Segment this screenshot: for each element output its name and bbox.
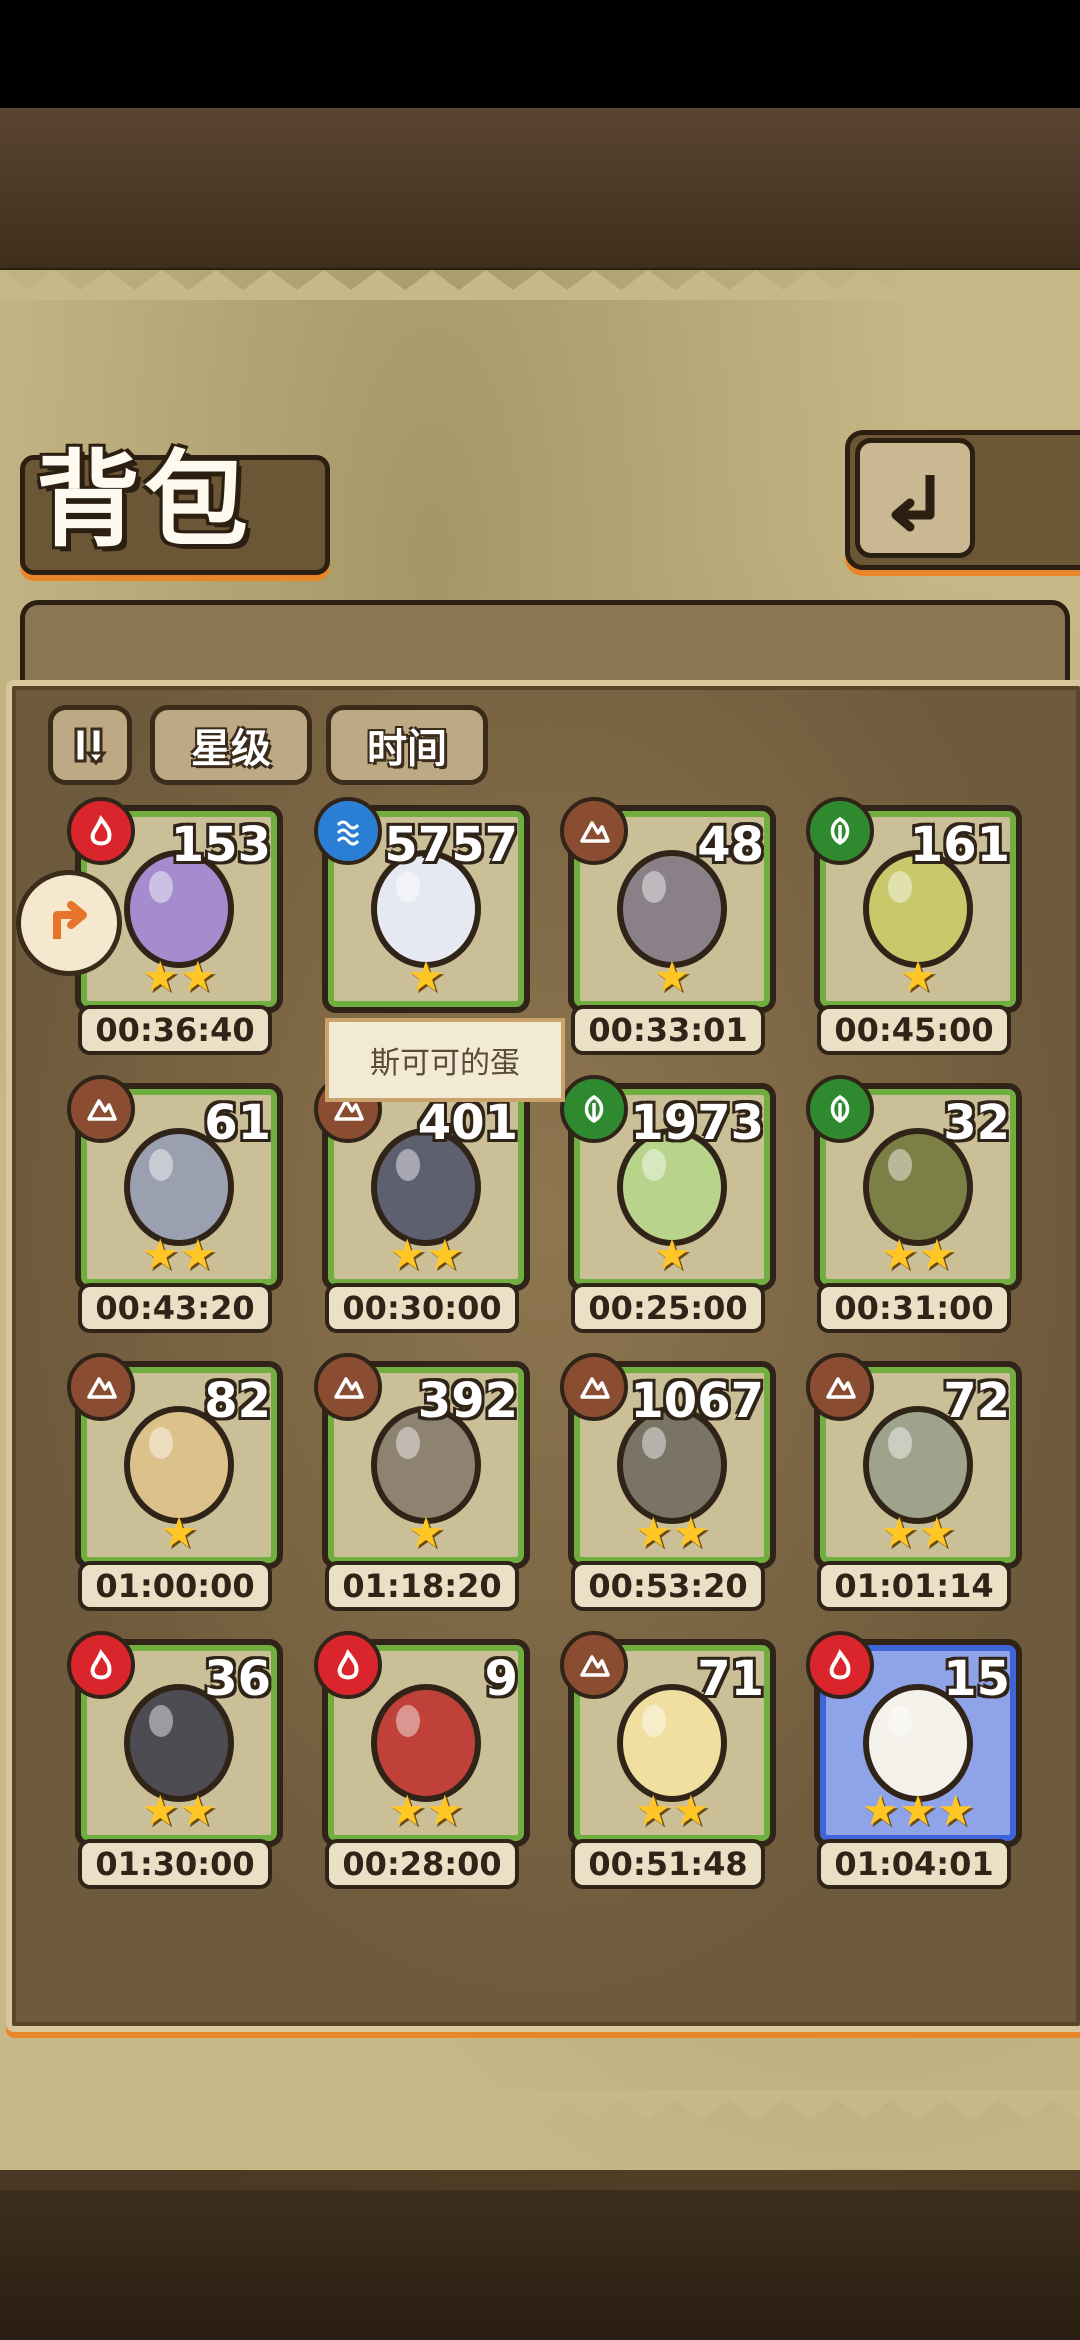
- water-element-badge: [314, 797, 382, 865]
- item-count: 1067: [630, 1373, 764, 1429]
- earth-element-badge: [560, 1353, 628, 1421]
- star-rating: ★★: [388, 1786, 464, 1835]
- hatch-timer: 00:25:00: [571, 1283, 765, 1333]
- page-title: 背包: [36, 438, 253, 561]
- grass-element-badge: [806, 1075, 874, 1143]
- hatch-timer: 00:53:20: [571, 1561, 765, 1611]
- earth-element-icon: [580, 1655, 610, 1677]
- grass-element-badge: [806, 797, 874, 865]
- fire-element-badge: [67, 1631, 135, 1699]
- item-count: 36: [204, 1651, 271, 1707]
- earth-element-icon: [580, 1377, 610, 1399]
- status-bar: [0, 0, 1080, 108]
- earth-element-icon: [826, 1377, 856, 1399]
- hatch-timer: 00:43:20: [78, 1283, 272, 1333]
- earth-element-badge: [67, 1075, 135, 1143]
- star-rating: ★: [653, 952, 691, 1001]
- fire-element-icon: [829, 1648, 851, 1680]
- fire-element-badge: [806, 1631, 874, 1699]
- hatch-timer: 01:04:01: [817, 1839, 1011, 1889]
- hatch-timer: 01:30:00: [78, 1839, 272, 1889]
- grass-element-badge: [560, 1075, 628, 1143]
- sort-by-time-button[interactable]: 时间: [326, 705, 488, 785]
- item-count: 161: [909, 817, 1010, 873]
- hatch-timer: 00:36:40: [78, 1005, 272, 1055]
- zigzag-border-bottom: [0, 2090, 1080, 2120]
- item-count: 48: [697, 817, 764, 873]
- panel-header: [20, 600, 1070, 685]
- earth-element-badge: [314, 1353, 382, 1421]
- star-rating: ★★: [388, 1230, 464, 1279]
- turn-arrow-icon: [53, 901, 87, 939]
- earth-element-badge: [560, 1631, 628, 1699]
- fire-element-icon: [90, 1648, 112, 1680]
- top-map-strip: [0, 108, 1080, 274]
- hatch-timer: 00:33:01: [571, 1005, 765, 1055]
- star-rating: ★★: [634, 1786, 710, 1835]
- item-count: 82: [204, 1373, 271, 1429]
- fire-element-icon: [90, 814, 112, 846]
- sort-order-button[interactable]: [48, 705, 132, 785]
- hatch-timer: 00:28:00: [325, 1839, 519, 1889]
- star-rating: ★★★: [861, 1786, 975, 1835]
- item-tooltip: 斯可可的蛋: [325, 1018, 565, 1102]
- star-rating: ★★: [141, 952, 217, 1001]
- star-rating: ★★: [880, 1508, 956, 1557]
- fire-element-badge: [67, 797, 135, 865]
- hatch-timer: 00:31:00: [817, 1283, 1011, 1333]
- water-element-icon: [336, 820, 360, 846]
- item-count: 72: [943, 1373, 1010, 1429]
- egg-icon: [371, 1684, 481, 1802]
- star-rating: ★: [407, 1508, 445, 1557]
- earth-element-icon: [87, 1377, 117, 1399]
- earth-element-icon: [87, 1099, 117, 1121]
- hatch-timer: 00:30:00: [325, 1283, 519, 1333]
- star-rating: ★: [653, 1230, 691, 1279]
- star-rating: ★★: [880, 1230, 956, 1279]
- star-rating: ★★: [634, 1508, 710, 1557]
- item-count: 15: [943, 1651, 1010, 1707]
- star-rating: ★★: [141, 1786, 217, 1835]
- item-count: 61: [204, 1095, 271, 1151]
- star-rating: ★: [160, 1508, 198, 1557]
- return-arrow-icon: [891, 475, 935, 532]
- hatch-timer: 01:01:14: [817, 1561, 1011, 1611]
- grass-element-icon: [584, 1094, 604, 1124]
- earth-element-icon: [334, 1377, 364, 1399]
- hatch-timer: 01:18:20: [325, 1561, 519, 1611]
- star-rating: ★: [407, 952, 445, 1001]
- item-count: 9: [484, 1651, 518, 1707]
- earth-element-badge: [560, 797, 628, 865]
- item-count: 401: [417, 1095, 518, 1151]
- item-count: 1973: [630, 1095, 764, 1151]
- back-button[interactable]: [855, 438, 975, 558]
- zigzag-border-top: [0, 270, 1080, 300]
- fire-element-badge: [314, 1631, 382, 1699]
- star-rating: ★★: [141, 1230, 217, 1279]
- earth-element-icon: [580, 821, 610, 843]
- sort-order-icon: [74, 727, 108, 766]
- grass-element-icon: [830, 816, 850, 846]
- star-rating: ★: [899, 952, 937, 1001]
- earth-element-badge: [67, 1353, 135, 1421]
- item-count: 153: [170, 817, 271, 873]
- item-count: 5757: [384, 817, 518, 873]
- item-count: 71: [697, 1651, 764, 1707]
- hatch-timer: 00:51:48: [571, 1839, 765, 1889]
- item-count: 32: [943, 1095, 1010, 1151]
- hatch-timer: 00:45:00: [817, 1005, 1011, 1055]
- bottom-map-strip: [0, 2190, 1080, 2340]
- item-count: 392: [417, 1373, 518, 1429]
- fire-element-icon: [337, 1648, 359, 1680]
- sort-by-star-button[interactable]: 星级: [150, 705, 312, 785]
- hatch-timer: 01:00:00: [78, 1561, 272, 1611]
- side-toggle-button[interactable]: [16, 870, 122, 976]
- grass-element-icon: [830, 1094, 850, 1124]
- earth-element-badge: [806, 1353, 874, 1421]
